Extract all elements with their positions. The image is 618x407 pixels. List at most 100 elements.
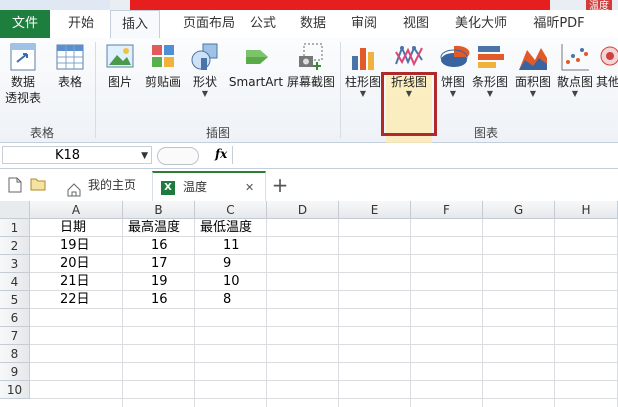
cell-B2[interactable]: 16 xyxy=(151,237,168,255)
close-icon[interactable]: ✕ xyxy=(245,173,254,202)
row-gridline xyxy=(30,380,618,381)
table-button[interactable]: 表格 xyxy=(52,40,88,90)
column-header-A[interactable]: A xyxy=(30,201,123,219)
spreadsheet-grid[interactable]: ABCDEFGH 1 2 3 4 5 6 7 8 9 10 日期 最高温度 最低温度 19日 16 11 20… xyxy=(0,201,618,407)
tab-beautify-master[interactable]: 美化大师 xyxy=(446,10,516,38)
tab-home[interactable]: 开始 xyxy=(58,10,104,38)
cell-C3[interactable]: 9 xyxy=(223,255,231,273)
tab-view[interactable]: 视图 xyxy=(393,10,439,38)
new-document-icon[interactable] xyxy=(8,177,22,196)
bar-chart-dropdown-arrow: ▼ xyxy=(486,89,494,98)
tab-formulas[interactable]: 公式 xyxy=(240,10,286,38)
screenshot-label: 屏幕截图 xyxy=(286,75,335,89)
cell-C4[interactable]: 10 xyxy=(223,273,240,291)
cell-C5[interactable]: 8 xyxy=(223,291,231,309)
tab-review[interactable]: 审阅 xyxy=(341,10,387,38)
smartart-label: SmartArt xyxy=(228,75,284,89)
scatter-chart-label: 散点图 xyxy=(556,75,593,89)
column-gridline xyxy=(338,219,339,407)
ribbon: 数据 透视表 表格 表格 图片 剪贴画 形状 ▼ SmartArt 屏幕截图 插… xyxy=(0,38,618,156)
bar-chart-button[interactable]: 条形图 ▼ xyxy=(470,40,510,98)
row-header-5[interactable]: 5 xyxy=(0,291,30,309)
cell-A2[interactable]: 19日 xyxy=(60,237,90,255)
group-charts-label: 图表 xyxy=(474,126,499,140)
formula-bar-handle[interactable] xyxy=(157,147,199,165)
scatter-chart-icon xyxy=(559,40,591,74)
row-header-8[interactable]: 8 xyxy=(0,345,30,363)
shapes-dropdown-arrow: ▼ xyxy=(201,89,209,98)
row-header-6[interactable]: 6 xyxy=(0,309,30,327)
folder-icon[interactable] xyxy=(30,177,46,194)
cell-B4[interactable]: 19 xyxy=(151,273,168,291)
row-header-2[interactable]: 2 xyxy=(0,237,30,255)
name-box[interactable]: K18 ▼ xyxy=(2,146,152,164)
column-header-H[interactable]: H xyxy=(555,201,618,219)
formula-bar: K18 ▼ fx xyxy=(0,143,618,169)
cell-A5[interactable]: 22日 xyxy=(60,291,90,309)
shapes-button[interactable]: 形状 ▼ xyxy=(188,40,222,98)
pie-chart-button[interactable]: 饼图 ▼ xyxy=(438,40,470,98)
group-illustrations-label: 插图 xyxy=(206,126,231,140)
picture-label: 图片 xyxy=(107,75,132,89)
pivot-label-1: 数据 xyxy=(10,75,35,89)
row-header-9[interactable]: 9 xyxy=(0,363,30,381)
other-charts-label: 其他 xyxy=(596,75,618,89)
line-chart-highlight-box xyxy=(381,72,437,136)
pie-chart-label: 饼图 xyxy=(440,75,465,89)
formula-input[interactable] xyxy=(232,146,618,164)
bar-chart-icon xyxy=(474,40,506,74)
bar-chart-label: 条形图 xyxy=(471,75,508,89)
column-header-G[interactable]: G xyxy=(483,201,555,219)
group-tables-label: 表格 xyxy=(30,126,55,140)
pie-chart-icon xyxy=(438,40,470,74)
row-header-7[interactable]: 7 xyxy=(0,327,30,345)
smartart-button[interactable]: SmartArt xyxy=(228,40,284,90)
new-tab-button[interactable]: + xyxy=(270,171,290,200)
tab-file[interactable]: 文件 xyxy=(0,10,50,38)
tab-insert[interactable]: 插入 xyxy=(110,10,160,40)
row-header-3[interactable]: 3 xyxy=(0,255,30,273)
select-all-corner[interactable] xyxy=(0,201,30,219)
column-header-F[interactable]: F xyxy=(411,201,483,219)
cell-C1[interactable]: 最低温度 xyxy=(200,219,252,237)
column-header-D[interactable]: D xyxy=(267,201,339,219)
clipart-label: 剪贴画 xyxy=(144,75,181,89)
area-chart-button[interactable]: 面积图 ▼ xyxy=(512,40,554,98)
column-header-E[interactable]: E xyxy=(339,201,411,219)
clipart-button[interactable]: 剪贴画 xyxy=(142,40,184,90)
chevron-down-icon[interactable]: ▼ xyxy=(141,147,148,165)
cell-A1[interactable]: 日期 xyxy=(60,219,86,237)
cell-A3[interactable]: 20日 xyxy=(60,255,90,273)
column-header-B[interactable]: B xyxy=(123,201,195,219)
pivot-table-button[interactable]: 数据 透视表 xyxy=(0,40,46,106)
cell-B3[interactable]: 17 xyxy=(151,255,168,273)
tab-workbook-temperature[interactable]: X 温度 ✕ xyxy=(152,171,266,202)
cell-C2[interactable]: 11 xyxy=(223,237,240,255)
cell-B1[interactable]: 最高温度 xyxy=(128,219,180,237)
scatter-chart-dropdown-arrow: ▼ xyxy=(571,89,579,98)
other-charts-button[interactable]: 其他 xyxy=(596,40,618,90)
column-gridline xyxy=(194,219,195,407)
screenshot-button[interactable]: 屏幕截图 xyxy=(286,40,336,90)
tab-my-home[interactable]: 我的主页 xyxy=(58,171,148,200)
quick-access-toolbar[interactable] xyxy=(0,0,110,10)
excel-file-icon: X xyxy=(161,173,181,202)
insert-function-button[interactable]: fx xyxy=(157,145,229,165)
column-chart-icon xyxy=(347,40,379,74)
tab-foxit-pdf[interactable]: 福昕PDF xyxy=(524,10,594,38)
cell-B5[interactable]: 16 xyxy=(151,291,168,309)
scatter-chart-button[interactable]: 散点图 ▼ xyxy=(555,40,595,98)
cell-A4[interactable]: 21日 xyxy=(60,273,90,291)
column-gridline xyxy=(482,219,483,407)
row-gridline xyxy=(30,326,618,327)
fx-icon: fx xyxy=(215,147,228,161)
workbook-tabs-bar: 我的主页 X 温度 ✕ + xyxy=(0,169,618,202)
tab-data[interactable]: 数据 xyxy=(290,10,336,38)
row-header-4[interactable]: 4 xyxy=(0,273,30,291)
column-chart-button[interactable]: 柱形图 ▼ xyxy=(344,40,382,98)
column-header-C[interactable]: C xyxy=(195,201,267,219)
table-icon xyxy=(54,40,86,74)
picture-button[interactable]: 图片 xyxy=(102,40,138,90)
row-header-1[interactable]: 1 xyxy=(0,219,30,237)
row-header-10[interactable]: 10 xyxy=(0,381,30,399)
